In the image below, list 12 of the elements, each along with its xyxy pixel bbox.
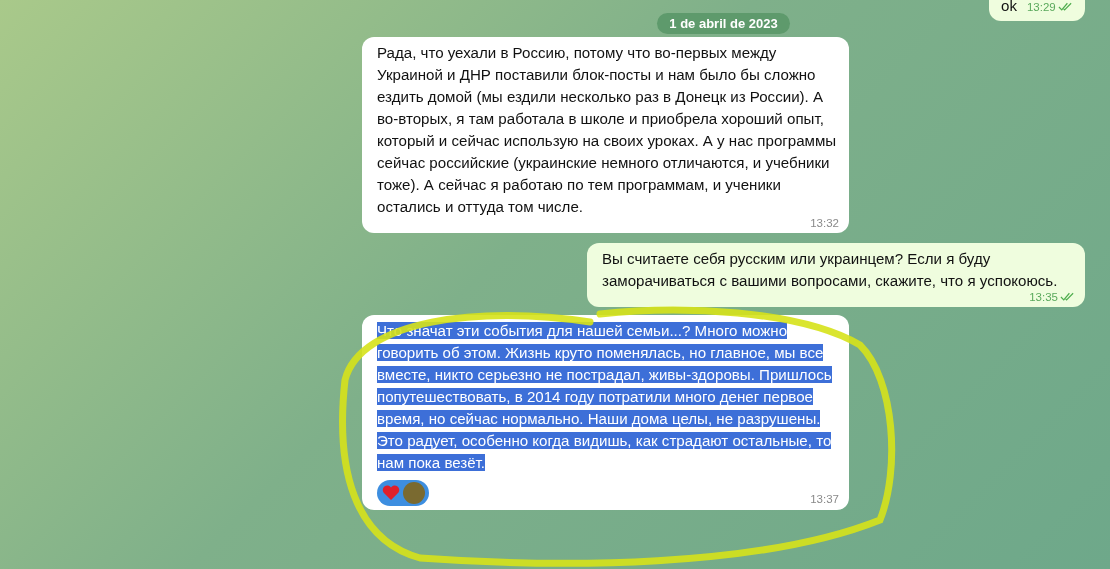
message-bubble[interactable] (362, 37, 849, 233)
message-bubble[interactable]: Вы считаете себя русским или украинцем? Если я буду заморачиваться с вашими вопросами, скажите, что я успокоюсь. 13:35 (587, 243, 1085, 307)
message-text: Рада, что уехали в Россию, потому что во-первых между Украиной и ДНР поставили блок-посты и нам было бы сложно ездить домой (мы ездили несколько раз в Донецк из России). А во-вторых, я там работала в школе и приобрела хороший опыт, который и сейчас использую на своих уроках. А у нас программы сейчас российские (украинские немного отличаются, и учебники тоже). А сейчас я работаю по тем программам, и ученики остались и оттуда том числе. (377, 43, 838, 217)
message-time: 13:29 (1026, 0, 1056, 14)
message-text: Вы считаете себя русским или украинцем? Если я буду заморачиваться с вашими вопросами, скажите, что я успокоюсь. (602, 249, 1059, 291)
message-text: ok (1001, 0, 1017, 16)
message-time: 13:32 (810, 216, 839, 230)
message-bubble[interactable]: ok 13:29 (989, 0, 1085, 21)
message-time: 13:37 (810, 492, 839, 506)
message-time: 13:35 (1029, 290, 1058, 304)
avatar (403, 482, 425, 504)
date-label: 1 de abril de 2023 (657, 13, 790, 34)
